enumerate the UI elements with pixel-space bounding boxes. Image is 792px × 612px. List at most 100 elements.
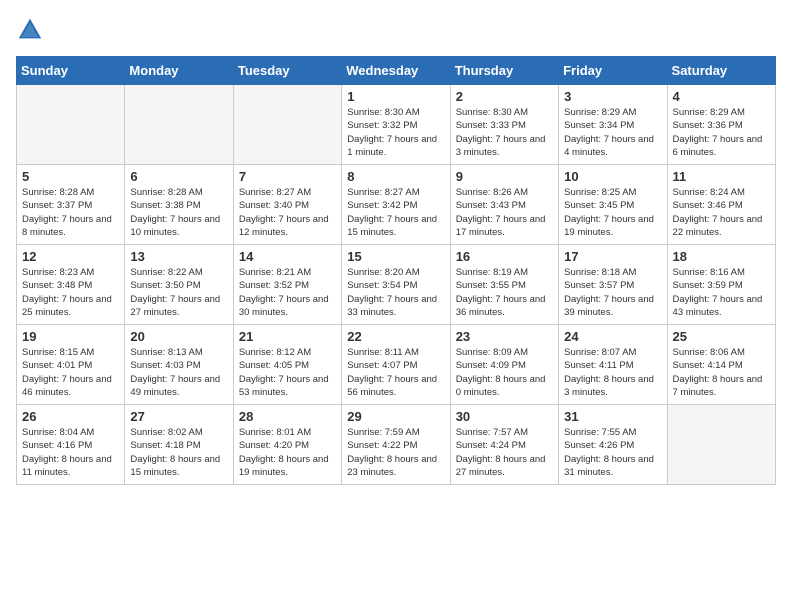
day-info: Sunrise: 8:24 AM Sunset: 3:46 PM Dayligh… <box>673 186 770 239</box>
day-info: Sunrise: 8:27 AM Sunset: 3:40 PM Dayligh… <box>239 186 336 239</box>
calendar-cell: 23 Sunrise: 8:09 AM Sunset: 4:09 PM Dayli… <box>450 325 558 405</box>
calendar-cell: 8 Sunrise: 8:27 AM Sunset: 3:42 PM Daylig… <box>342 165 450 245</box>
calendar-week-row: 5 Sunrise: 8:28 AM Sunset: 3:37 PM Daylig… <box>17 165 776 245</box>
calendar-cell: 22Sunrise: 8:11 AM Sunset: 4:07 PM Dayli… <box>342 325 450 405</box>
calendar-cell: 29 Sunrise: 7:59 AM Sunset: 4:22 PM Dayli… <box>342 405 450 485</box>
calendar-body: 1 Sunrise: 8:30 AM Sunset: 3:32 PM Daylig… <box>17 85 776 485</box>
day-number: 30 <box>456 409 553 424</box>
day-info: Sunrise: 8:28 AM Sunset: 3:37 PM Dayligh… <box>22 186 119 239</box>
day-of-week-header: Sunday <box>17 57 125 85</box>
day-info: Sunrise: 8:16 AM Sunset: 3:59 PM Dayligh… <box>673 266 770 319</box>
day-info: Sunrise: 8:07 AM Sunset: 4:11 PM Dayligh… <box>564 346 661 399</box>
day-info: Sunrise: 8:27 AM Sunset: 3:42 PM Dayligh… <box>347 186 444 239</box>
calendar-cell: 19Sunrise: 8:15 AM Sunset: 4:01 PM Dayli… <box>17 325 125 405</box>
day-number: 25 <box>673 329 770 344</box>
day-info: Sunrise: 8:18 AM Sunset: 3:57 PM Dayligh… <box>564 266 661 319</box>
day-info: Sunrise: 7:59 AM Sunset: 4:22 PM Dayligh… <box>347 426 444 479</box>
day-number: 31 <box>564 409 661 424</box>
calendar-cell: 4Sunrise: 8:29 AM Sunset: 3:36 PM Daylig… <box>667 85 775 165</box>
day-info: Sunrise: 8:25 AM Sunset: 3:45 PM Dayligh… <box>564 186 661 239</box>
day-number: 9 <box>456 169 553 184</box>
day-number: 26 <box>22 409 119 424</box>
day-of-week-header: Friday <box>559 57 667 85</box>
day-number: 29 <box>347 409 444 424</box>
day-info: Sunrise: 8:26 AM Sunset: 3:43 PM Dayligh… <box>456 186 553 239</box>
calendar-cell: 30Sunrise: 7:57 AM Sunset: 4:24 PM Dayli… <box>450 405 558 485</box>
day-info: Sunrise: 8:30 AM Sunset: 3:33 PM Dayligh… <box>456 106 553 159</box>
calendar-cell: 20 Sunrise: 8:13 AM Sunset: 4:03 PM Dayli… <box>125 325 233 405</box>
day-of-week-header: Wednesday <box>342 57 450 85</box>
day-number: 20 <box>130 329 227 344</box>
day-number: 27 <box>130 409 227 424</box>
logo-icon <box>16 16 44 44</box>
day-info: Sunrise: 8:30 AM Sunset: 3:32 PM Dayligh… <box>347 106 444 159</box>
day-info: Sunrise: 8:09 AM Sunset: 4:09 PM Dayligh… <box>456 346 553 399</box>
day-number: 7 <box>239 169 336 184</box>
day-info: Sunrise: 8:11 AM Sunset: 4:07 PM Dayligh… <box>347 346 444 399</box>
day-info: Sunrise: 8:15 AM Sunset: 4:01 PM Dayligh… <box>22 346 119 399</box>
day-info: Sunrise: 8:28 AM Sunset: 3:38 PM Dayligh… <box>130 186 227 239</box>
page-header <box>16 16 776 44</box>
calendar-cell: 14 Sunrise: 8:21 AM Sunset: 3:52 PM Dayli… <box>233 245 341 325</box>
calendar-cell: 7 Sunrise: 8:27 AM Sunset: 3:40 PM Daylig… <box>233 165 341 245</box>
day-number: 21 <box>239 329 336 344</box>
calendar-cell: 18 Sunrise: 8:16 AM Sunset: 3:59 PM Dayli… <box>667 245 775 325</box>
calendar-cell: 1 Sunrise: 8:30 AM Sunset: 3:32 PM Daylig… <box>342 85 450 165</box>
calendar-cell: 15 Sunrise: 8:20 AM Sunset: 3:54 PM Dayli… <box>342 245 450 325</box>
calendar-cell: 2 Sunrise: 8:30 AM Sunset: 3:33 PM Daylig… <box>450 85 558 165</box>
day-info: Sunrise: 8:19 AM Sunset: 3:55 PM Dayligh… <box>456 266 553 319</box>
day-info: Sunrise: 8:01 AM Sunset: 4:20 PM Dayligh… <box>239 426 336 479</box>
calendar-cell: 3Sunrise: 8:29 AM Sunset: 3:34 PM Daylig… <box>559 85 667 165</box>
day-number: 23 <box>456 329 553 344</box>
day-number: 11 <box>673 169 770 184</box>
day-number: 15 <box>347 249 444 264</box>
day-number: 1 <box>347 89 444 104</box>
calendar-header-row: SundayMondayTuesdayWednesdayThursdayFrid… <box>17 57 776 85</box>
calendar-cell <box>233 85 341 165</box>
calendar-cell: 11 Sunrise: 8:24 AM Sunset: 3:46 PM Dayli… <box>667 165 775 245</box>
day-number: 2 <box>456 89 553 104</box>
day-info: Sunrise: 8:02 AM Sunset: 4:18 PM Dayligh… <box>130 426 227 479</box>
day-number: 5 <box>22 169 119 184</box>
calendar-cell: 21 Sunrise: 8:12 AM Sunset: 4:05 PM Dayli… <box>233 325 341 405</box>
day-of-week-header: Thursday <box>450 57 558 85</box>
calendar-cell: 16 Sunrise: 8:19 AM Sunset: 3:55 PM Dayli… <box>450 245 558 325</box>
calendar-cell: 6Sunrise: 8:28 AM Sunset: 3:38 PM Daylig… <box>125 165 233 245</box>
day-number: 17 <box>564 249 661 264</box>
day-of-week-header: Saturday <box>667 57 775 85</box>
day-number: 8 <box>347 169 444 184</box>
day-number: 13 <box>130 249 227 264</box>
calendar-week-row: 26 Sunrise: 8:04 AM Sunset: 4:16 PM Dayli… <box>17 405 776 485</box>
calendar-week-row: 12Sunrise: 8:23 AM Sunset: 3:48 PM Dayli… <box>17 245 776 325</box>
day-info: Sunrise: 8:06 AM Sunset: 4:14 PM Dayligh… <box>673 346 770 399</box>
day-of-week-header: Monday <box>125 57 233 85</box>
calendar-cell: 26 Sunrise: 8:04 AM Sunset: 4:16 PM Dayli… <box>17 405 125 485</box>
calendar-cell: 13 Sunrise: 8:22 AM Sunset: 3:50 PM Dayli… <box>125 245 233 325</box>
calendar-cell: 10 Sunrise: 8:25 AM Sunset: 3:45 PM Dayli… <box>559 165 667 245</box>
day-info: Sunrise: 8:04 AM Sunset: 4:16 PM Dayligh… <box>22 426 119 479</box>
day-number: 10 <box>564 169 661 184</box>
calendar-week-row: 1 Sunrise: 8:30 AM Sunset: 3:32 PM Daylig… <box>17 85 776 165</box>
calendar-cell: 24 Sunrise: 8:07 AM Sunset: 4:11 PM Dayli… <box>559 325 667 405</box>
day-number: 16 <box>456 249 553 264</box>
day-of-week-header: Tuesday <box>233 57 341 85</box>
calendar-cell: 28 Sunrise: 8:01 AM Sunset: 4:20 PM Dayli… <box>233 405 341 485</box>
calendar-cell: 9 Sunrise: 8:26 AM Sunset: 3:43 PM Daylig… <box>450 165 558 245</box>
day-number: 18 <box>673 249 770 264</box>
calendar-cell <box>125 85 233 165</box>
calendar-cell <box>667 405 775 485</box>
day-number: 14 <box>239 249 336 264</box>
day-info: Sunrise: 8:23 AM Sunset: 3:48 PM Dayligh… <box>22 266 119 319</box>
day-number: 28 <box>239 409 336 424</box>
day-info: Sunrise: 8:20 AM Sunset: 3:54 PM Dayligh… <box>347 266 444 319</box>
day-number: 24 <box>564 329 661 344</box>
calendar-week-row: 19Sunrise: 8:15 AM Sunset: 4:01 PM Dayli… <box>17 325 776 405</box>
day-info: Sunrise: 8:13 AM Sunset: 4:03 PM Dayligh… <box>130 346 227 399</box>
calendar-cell: 31Sunrise: 7:55 AM Sunset: 4:26 PM Dayli… <box>559 405 667 485</box>
calendar-cell: 12Sunrise: 8:23 AM Sunset: 3:48 PM Dayli… <box>17 245 125 325</box>
calendar-cell: 27 Sunrise: 8:02 AM Sunset: 4:18 PM Dayli… <box>125 405 233 485</box>
day-info: Sunrise: 8:21 AM Sunset: 3:52 PM Dayligh… <box>239 266 336 319</box>
day-info: Sunrise: 8:12 AM Sunset: 4:05 PM Dayligh… <box>239 346 336 399</box>
day-info: Sunrise: 8:22 AM Sunset: 3:50 PM Dayligh… <box>130 266 227 319</box>
day-number: 4 <box>673 89 770 104</box>
